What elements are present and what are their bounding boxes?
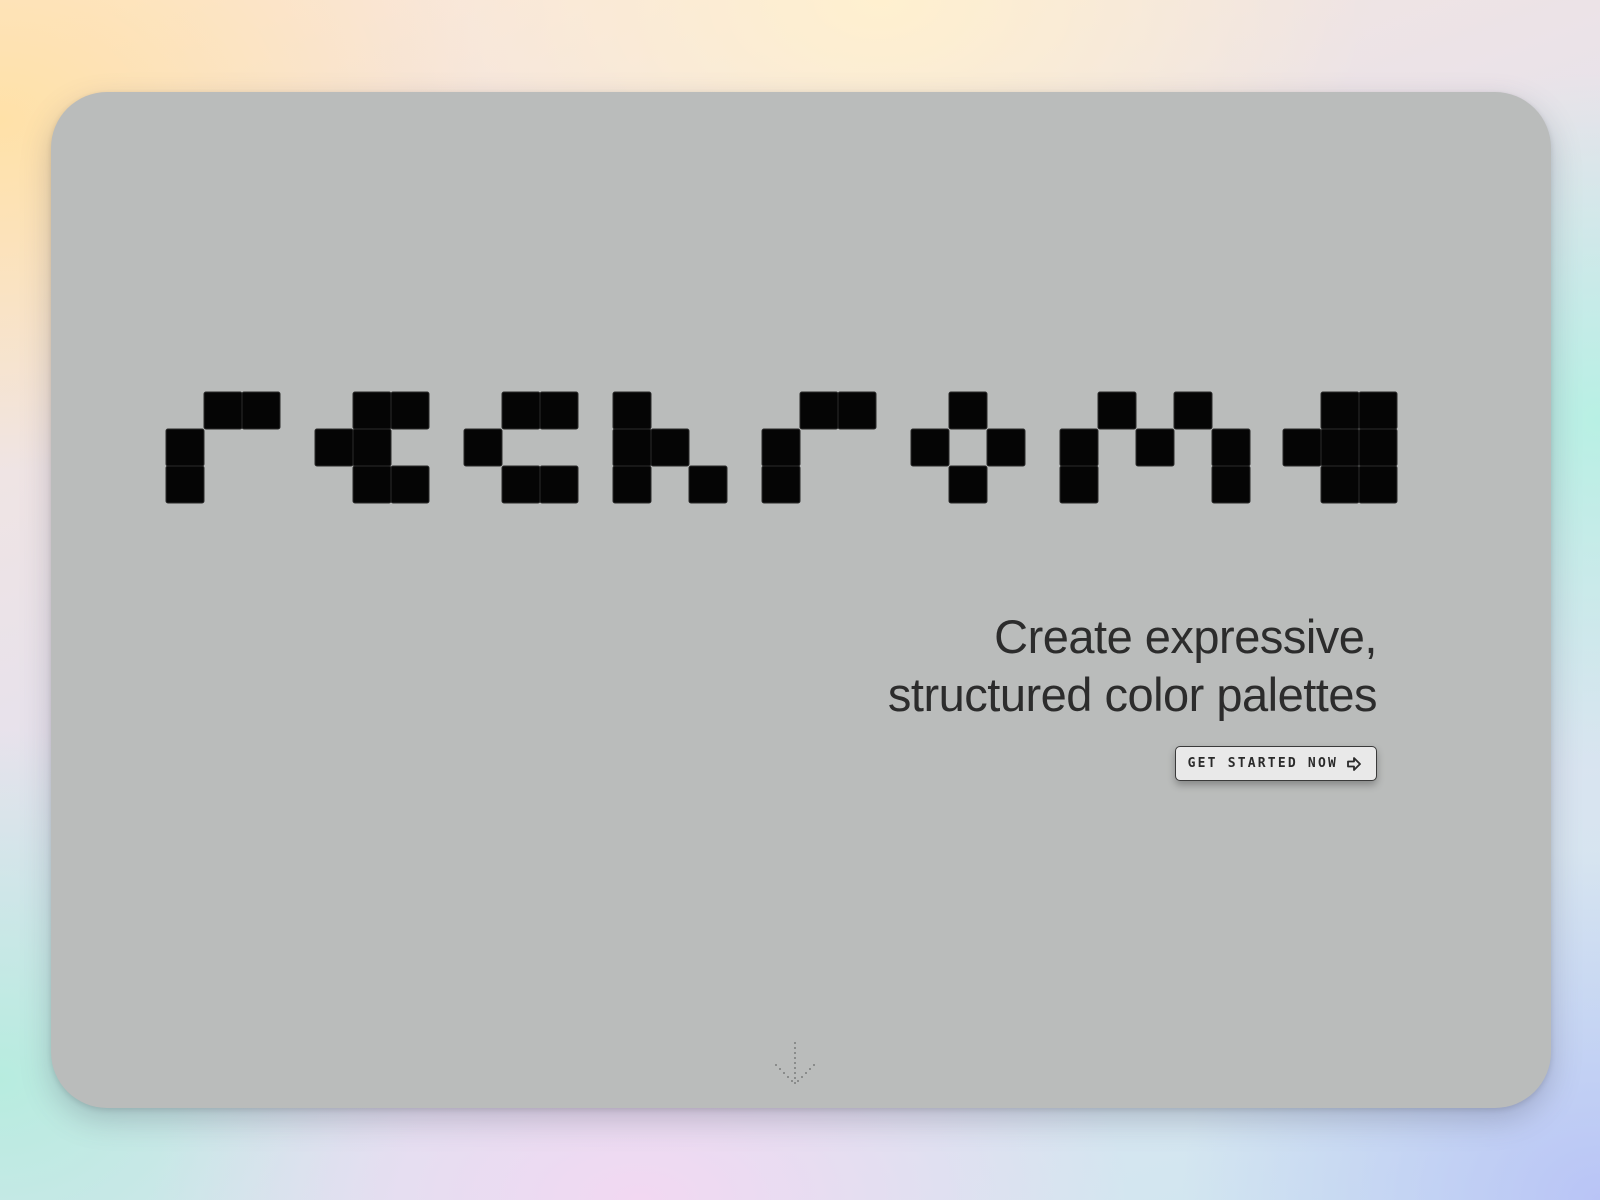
arrow-right-icon (1347, 756, 1361, 771)
hero-tagline: Create expressive, structured color pale… (887, 608, 1378, 724)
hero-card: rechroma (51, 92, 1551, 1108)
rechroma-logo: rechroma (165, 391, 1398, 504)
tagline-line-2: structured color palettes (887, 668, 1378, 721)
arrow-down-icon[interactable] (773, 1040, 817, 1088)
get-started-label: GET STARTED NOW (1187, 756, 1338, 771)
get-started-button[interactable]: GET STARTED NOW (1174, 746, 1377, 781)
tagline-line-1: Create expressive, (994, 610, 1377, 663)
